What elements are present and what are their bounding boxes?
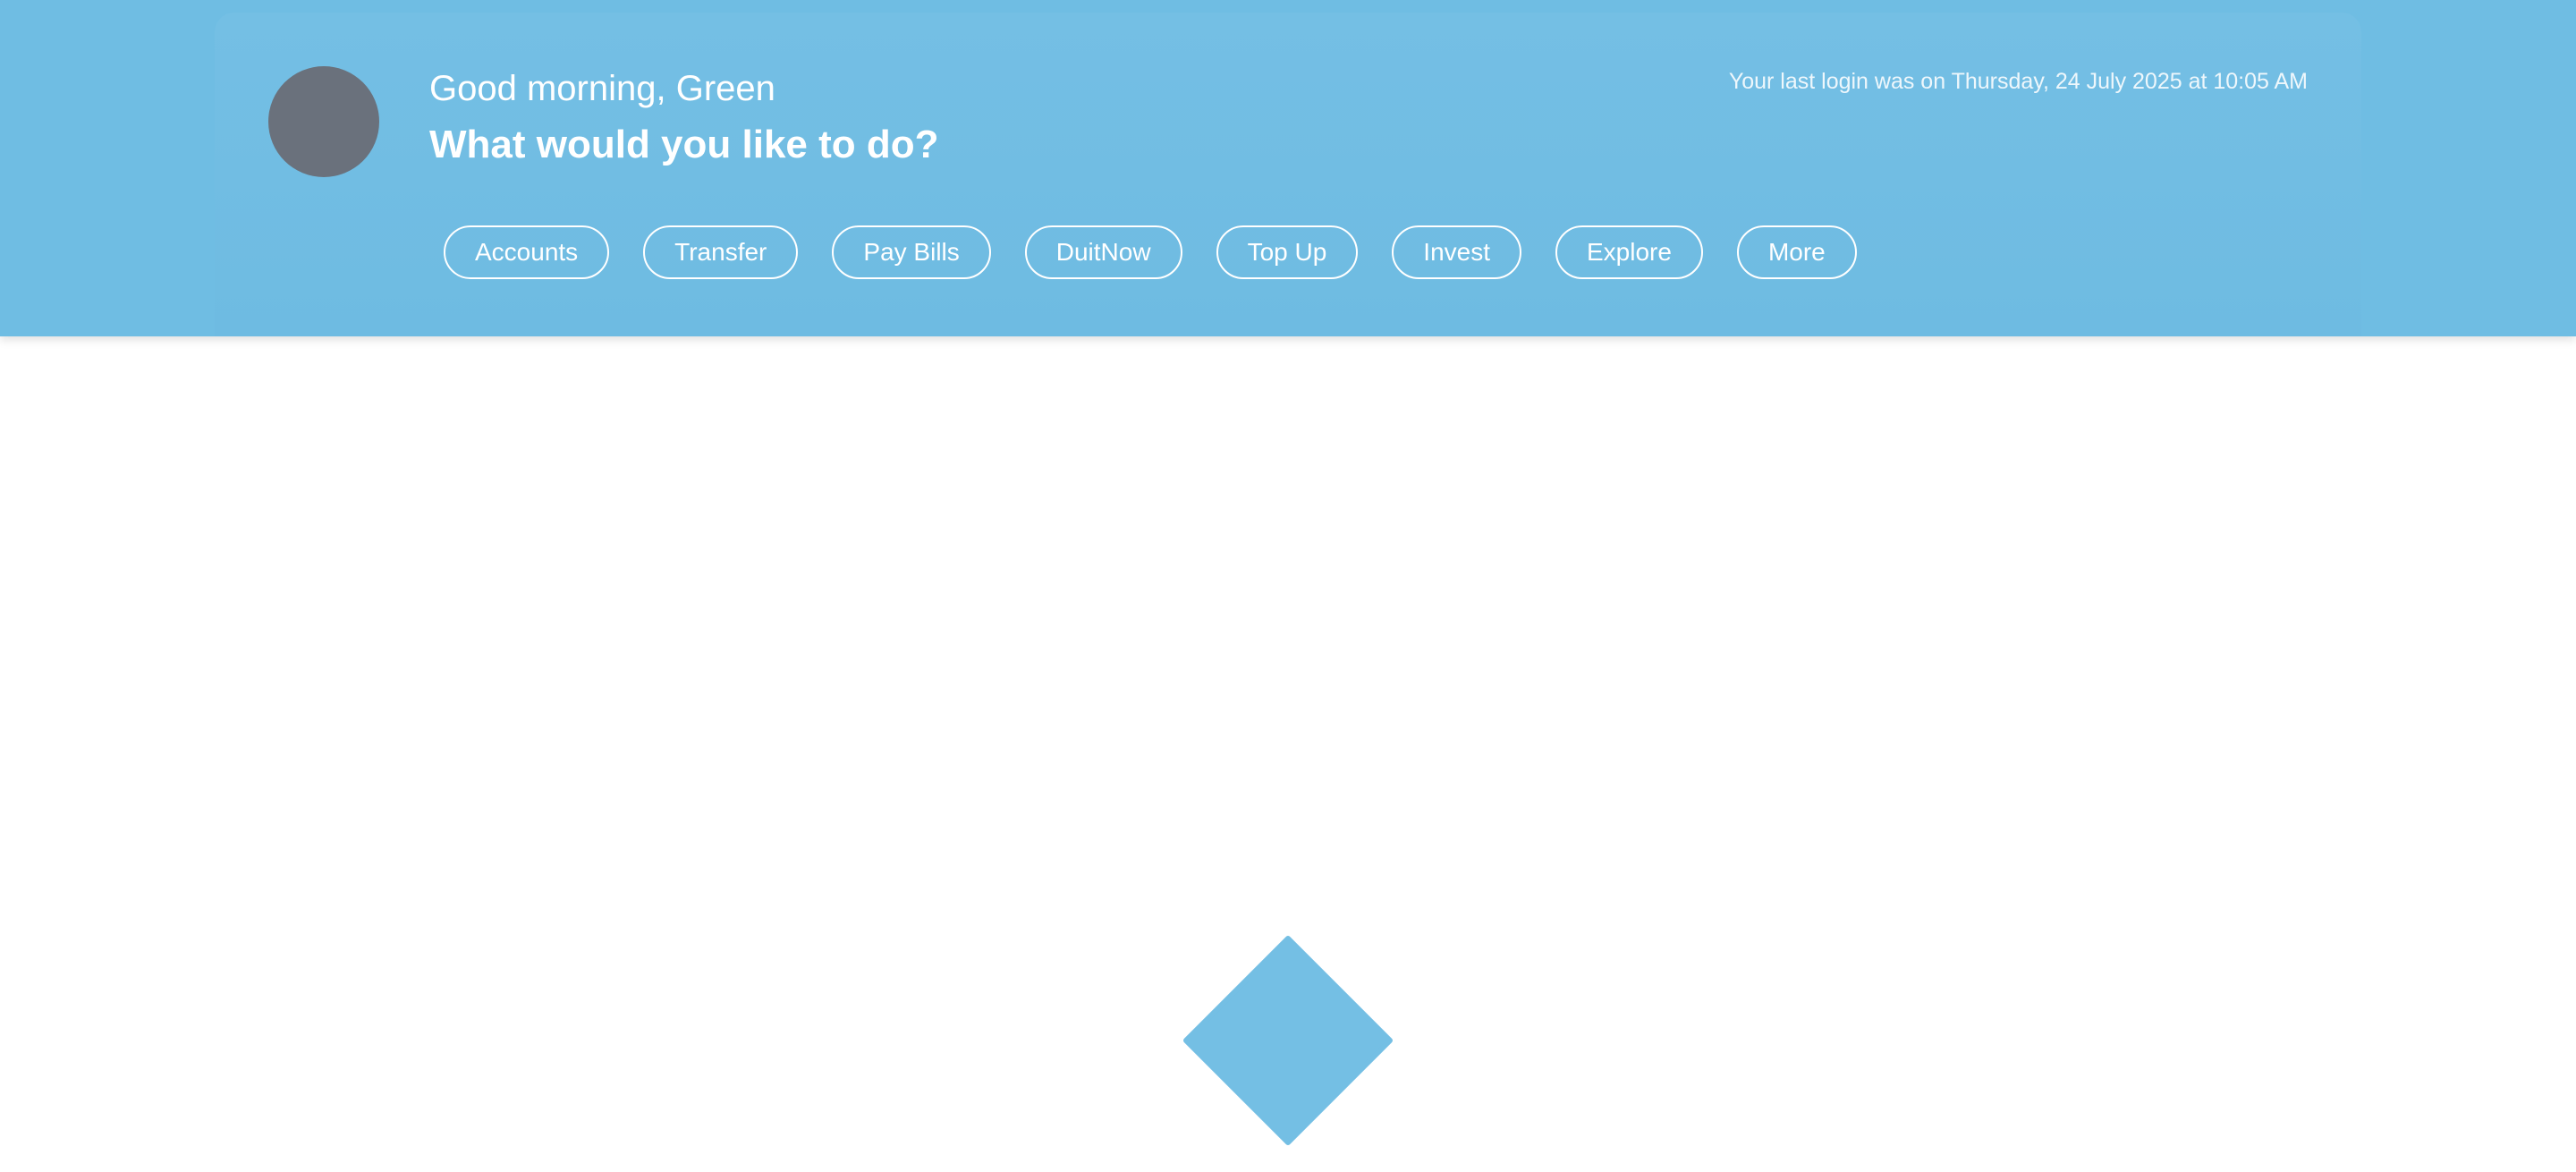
invest-button[interactable]: Invest bbox=[1392, 225, 1521, 279]
transfer-button[interactable]: Transfer bbox=[643, 225, 799, 279]
top-up-button[interactable]: Top Up bbox=[1216, 225, 1359, 279]
avatar[interactable] bbox=[268, 66, 379, 177]
more-button[interactable]: More bbox=[1736, 225, 1857, 279]
accounts-button[interactable]: Accounts bbox=[444, 225, 610, 279]
duitnow-button[interactable]: DuitNow bbox=[1024, 225, 1182, 279]
header-panel bbox=[215, 13, 2361, 336]
last-login-text: Your last login was on Thursday, 24 July… bbox=[1728, 69, 2308, 94]
header-band bbox=[0, 0, 2576, 336]
explore-button[interactable]: Explore bbox=[1555, 225, 1703, 279]
page-title: What would you like to do? bbox=[429, 123, 939, 166]
diamond-loader-icon bbox=[1183, 936, 1393, 1145]
greeting-text: Good morning, Green bbox=[429, 69, 775, 108]
pay-bills-button[interactable]: Pay Bills bbox=[832, 225, 991, 279]
quick-actions: Accounts Transfer Pay Bills DuitNow Top … bbox=[444, 225, 1857, 279]
